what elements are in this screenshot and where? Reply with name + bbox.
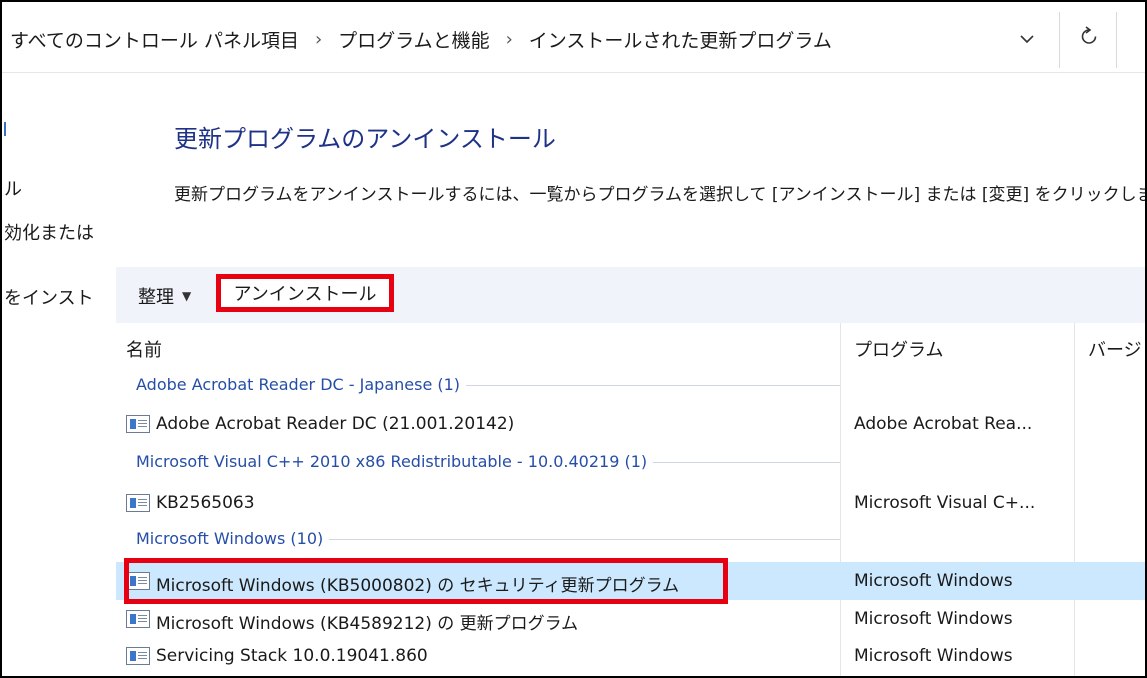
update-program: Microsoft Windows <box>854 609 1013 629</box>
page-title: 更新プログラムのアンインストール <box>174 125 556 153</box>
list-item[interactable]: Microsoft Windows (KB4589212) の 更新プログラム … <box>116 600 1145 638</box>
update-icon <box>126 610 150 628</box>
update-name: Servicing Stack 10.0.19041.860 <box>156 646 428 666</box>
refresh-icon[interactable] <box>1076 26 1102 51</box>
list-item[interactable]: KB2565063 Microsoft Visual C+... <box>116 484 1145 522</box>
updates-list: 名前 プログラム バージョ Adobe Acrobat Reader DC - … <box>116 323 1145 676</box>
update-icon <box>126 415 150 433</box>
page-description: 更新プログラムをアンインストールするには、一覧からプログラムを選択して [アンイ… <box>174 185 1147 205</box>
update-icon <box>126 647 150 665</box>
address-bar-divider <box>1059 12 1060 68</box>
group-label: Microsoft Windows (10) <box>136 529 330 548</box>
list-header: 名前 プログラム バージョ <box>116 323 1145 369</box>
annotation-highlight-box <box>124 558 728 604</box>
uninstall-label: アンインストール <box>233 284 377 305</box>
command-toolbar: 整理 ▼ アンインストール <box>116 267 1145 323</box>
group-header-windows[interactable]: Microsoft Windows (10) <box>116 523 1145 557</box>
group-header-adobe[interactable]: Adobe Acrobat Reader DC - Japanese (1) <box>116 369 1145 403</box>
address-bar-border <box>2 72 1145 73</box>
left-nav-link[interactable]: 効化または <box>4 219 94 245</box>
update-program: Adobe Acrobat Rea... <box>854 414 1033 434</box>
column-header-name[interactable]: 名前 <box>126 336 162 362</box>
update-name: KB2565063 <box>156 493 255 513</box>
chevron-down-icon[interactable] <box>1012 28 1042 49</box>
list-item[interactable]: Adobe Acrobat Reader DC (21.001.20142) A… <box>116 405 1145 443</box>
update-program: Microsoft Visual C+... <box>854 493 1036 513</box>
breadcrumb-separator-icon[interactable]: › <box>301 29 336 50</box>
group-label: Microsoft Visual C++ 2010 x86 Redistribu… <box>136 452 654 471</box>
breadcrumb-item-installed-updates[interactable]: インストールされた更新プログラム <box>527 26 834 53</box>
update-program: Microsoft Windows <box>854 646 1013 666</box>
dropdown-caret-icon: ▼ <box>182 289 192 303</box>
window: すべてのコントロール パネル項目 › プログラムと機能 › インストールされた更… <box>0 0 1147 678</box>
breadcrumb-item-control-panel[interactable]: すべてのコントロール パネル項目 <box>8 26 301 53</box>
update-name: Adobe Acrobat Reader DC (21.001.20142) <box>156 414 515 434</box>
left-nav-link[interactable]: をインスト <box>4 284 94 310</box>
address-bar-divider <box>1116 12 1117 68</box>
left-nav-link[interactable]: ル <box>4 175 22 201</box>
breadcrumb-item-programs[interactable]: プログラムと機能 <box>336 26 491 53</box>
group-label: Adobe Acrobat Reader DC - Japanese (1) <box>136 375 467 394</box>
breadcrumb: すべてのコントロール パネル項目 › プログラムと機能 › インストールされた更… <box>8 26 834 53</box>
update-icon <box>126 494 150 512</box>
column-header-version[interactable]: バージョ <box>1088 336 1145 362</box>
list-item[interactable]: Servicing Stack 10.0.19041.860 Microsoft… <box>116 637 1145 675</box>
organize-label: 整理 <box>138 287 174 308</box>
group-header-vcpp[interactable]: Microsoft Visual C++ 2010 x86 Redistribu… <box>116 446 1145 480</box>
uninstall-button[interactable]: アンインストール <box>216 274 394 312</box>
column-header-program[interactable]: プログラム <box>854 336 943 362</box>
organize-button[interactable]: 整理 ▼ <box>138 283 191 309</box>
breadcrumb-separator-icon[interactable]: › <box>492 29 527 50</box>
address-bar[interactable]: すべてのコントロール パネル項目 › プログラムと機能 › インストールされた更… <box>2 2 1145 82</box>
left-nav: ル 効化または をインスト <box>2 82 114 676</box>
update-name: Microsoft Windows (KB4589212) の 更新プログラム <box>156 614 579 634</box>
left-nav-link-marker <box>4 122 6 136</box>
update-program: Microsoft Windows <box>854 571 1013 591</box>
